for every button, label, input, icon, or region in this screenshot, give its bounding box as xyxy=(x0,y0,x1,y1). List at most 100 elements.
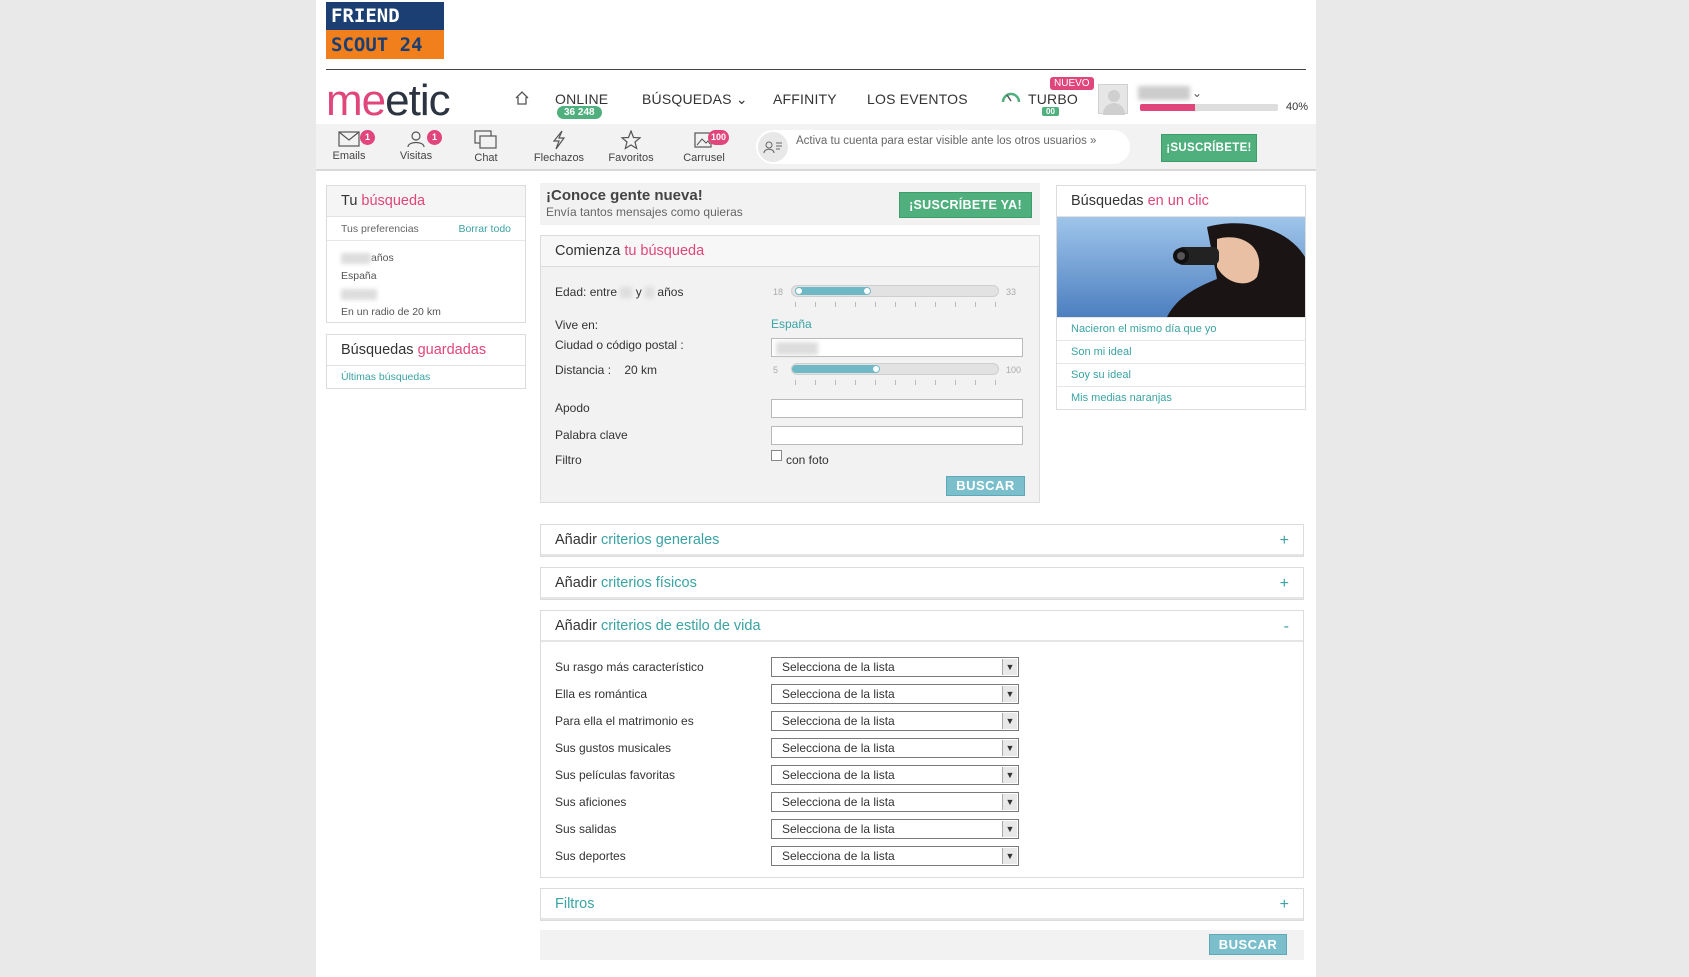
estilo-select[interactable]: Selecciona de la lista ▼ xyxy=(771,792,1019,812)
promo-banner: ¡Conoce gente nueva! Envía tantos mensaj… xyxy=(540,183,1040,225)
slider-tick xyxy=(855,302,856,307)
profile-progress-label: 40% xyxy=(1286,101,1309,113)
promo-subtitle: Envía tantos mensajes como quieras xyxy=(546,205,743,219)
estilo-row-label: Sus aficiones xyxy=(555,795,627,809)
distancia-label: Distancia : 20 km xyxy=(555,363,657,377)
username[interactable] xyxy=(1138,86,1190,100)
acc-estilo-head[interactable]: Añadir criterios de estilo de vida - xyxy=(541,611,1303,642)
distancia-slider-handle[interactable] xyxy=(872,365,880,373)
chevron-down-icon: ▼ xyxy=(1002,767,1017,783)
expand-icon[interactable]: + xyxy=(1280,575,1289,593)
acc-criterios-generales[interactable]: Añadir criterios generales + xyxy=(540,524,1304,557)
estilo-row: Sus salidas Selecciona de la lista ▼ xyxy=(555,819,1515,839)
chevron-down-icon: ▼ xyxy=(1002,794,1017,810)
prefs-list: años España En un radio de 20 km xyxy=(327,241,525,329)
estilo-select-value: Selecciona de la lista xyxy=(782,768,895,782)
toolbar-visitas[interactable]: Visitas 1 xyxy=(386,130,446,162)
pref-city xyxy=(341,285,511,303)
acc-fisicos-prefix: Añadir xyxy=(555,575,601,591)
edad-slider-max: 33 xyxy=(1006,287,1017,297)
toolbar-visitas-label: Visitas xyxy=(399,150,433,162)
un-clic-link[interactable]: Son mi ideal xyxy=(1057,340,1305,363)
activate-account-banner[interactable]: Activa tu cuenta para estar visible ante… xyxy=(756,130,1130,164)
toolbar-carrusel[interactable]: Carrusel 100 xyxy=(674,130,734,164)
estilo-select[interactable]: Selecciona de la lista ▼ xyxy=(771,711,1019,731)
nav-turbo[interactable]: TURBO xyxy=(1028,91,1078,107)
expand-icon[interactable]: + xyxy=(1280,896,1289,914)
home-icon[interactable] xyxy=(514,90,530,106)
profile-progress-bar xyxy=(1140,104,1278,111)
slider-tick xyxy=(955,302,956,307)
estilo-select-value: Selecciona de la lista xyxy=(782,714,895,728)
turbo-counter: 00 xyxy=(1042,107,1059,116)
subscribe-button[interactable]: ¡SUSCRÍBETE! xyxy=(1161,134,1257,162)
palabra-clave-input[interactable] xyxy=(771,426,1023,445)
estilo-row: Sus películas favoritas Selecciona de la … xyxy=(555,765,1515,785)
logo-part-rest: etic xyxy=(385,76,450,125)
estilo-row-label: Su rasgo más característico xyxy=(555,660,704,674)
toolbar-flechazos[interactable]: Flechazos xyxy=(529,130,589,164)
friendscout-logo-line2: SCOUT 24 xyxy=(326,30,444,59)
nav-busquedas[interactable]: BÚSQUEDAS ⌄ xyxy=(642,91,748,108)
nuevo-badge: NUEVO xyxy=(1050,77,1094,90)
slider-tick xyxy=(815,380,816,385)
estilo-select-value: Selecciona de la lista xyxy=(782,660,895,674)
estilo-row: Su rasgo más característico Selecciona de… xyxy=(555,657,1515,677)
slider-tick xyxy=(915,380,916,385)
collapse-icon[interactable]: - xyxy=(1284,618,1289,636)
estilo-row-label: Sus gustos musicales xyxy=(555,741,672,755)
distancia-slider[interactable] xyxy=(791,363,999,375)
slider-tick xyxy=(835,302,836,307)
edad-slider-min-handle[interactable] xyxy=(795,287,803,295)
nav-eventos[interactable]: LOS EVENTOS xyxy=(867,91,968,107)
prefs-row: Tus preferencias Borrar todo xyxy=(327,217,525,241)
estilo-select[interactable]: Selecciona de la lista ▼ xyxy=(771,765,1019,785)
un-clic-link[interactable]: Nacieron el mismo día que yo xyxy=(1057,317,1305,340)
con-foto-checkbox[interactable] xyxy=(771,450,782,461)
chevron-down-icon[interactable]: ⌄ xyxy=(1192,86,1202,100)
ultimas-busquedas-link[interactable]: Últimas búsquedas xyxy=(327,366,525,388)
chat-icon xyxy=(474,130,497,149)
expand-icon[interactable]: + xyxy=(1280,532,1289,550)
edad-slider-range xyxy=(795,287,869,295)
slider-tick xyxy=(875,380,876,385)
un-clic-link[interactable]: Soy su ideal xyxy=(1057,363,1305,386)
estilo-select[interactable]: Selecciona de la lista ▼ xyxy=(771,684,1019,704)
avatar[interactable] xyxy=(1098,84,1128,115)
nav-affinity[interactable]: AFFINITY xyxy=(773,91,837,107)
pref-radius: En un radio de 20 km xyxy=(341,306,441,318)
toolbar-favoritos[interactable]: Favoritos xyxy=(601,130,661,164)
subscribe-ya-button[interactable]: ¡SUSCRÍBETE YA! xyxy=(899,192,1032,218)
acc-filtros-head: Filtros + xyxy=(541,889,1303,920)
chevron-down-icon: ▼ xyxy=(1002,713,1017,729)
clear-all-link[interactable]: Borrar todo xyxy=(458,223,511,235)
apodo-input[interactable] xyxy=(771,399,1023,418)
nav-online[interactable]: ONLINE xyxy=(555,91,608,107)
estilo-select[interactable]: Selecciona de la lista ▼ xyxy=(771,846,1019,866)
guardadas-prefix: Búsquedas xyxy=(341,342,418,358)
toolbar-emails[interactable]: Emails 1 xyxy=(319,130,379,162)
friendscout-logo[interactable]: FRIEND SCOUT 24 xyxy=(326,2,444,59)
acc-criterios-fisicos[interactable]: Añadir criterios físicos + xyxy=(540,567,1304,600)
turbo-gauge-icon[interactable] xyxy=(1000,87,1022,107)
slider-tick xyxy=(835,380,836,385)
ciudad-input[interactable] xyxy=(771,338,1023,357)
vive-en-value[interactable]: España xyxy=(771,317,812,331)
toolbar-emails-label: Emails xyxy=(332,150,366,162)
estilo-select[interactable]: Selecciona de la lista ▼ xyxy=(771,738,1019,758)
un-clic-link[interactable]: Mis medias naranjas xyxy=(1057,386,1305,409)
tu-busqueda-highlight: búsqueda xyxy=(361,193,426,209)
meetic-logo[interactable]: meetic xyxy=(326,76,451,126)
estilo-select[interactable]: Selecciona de la lista ▼ xyxy=(771,657,1019,677)
buscar-button[interactable]: BUSCAR xyxy=(946,476,1025,496)
slider-tick xyxy=(975,380,976,385)
toolbar-chat[interactable]: Chat xyxy=(456,130,516,164)
slider-tick xyxy=(975,302,976,307)
estilo-select[interactable]: Selecciona de la lista ▼ xyxy=(771,819,1019,839)
acc-filtros[interactable]: Filtros + xyxy=(540,888,1304,921)
edad-slider[interactable] xyxy=(791,285,999,297)
buscar-bottom-button[interactable]: BUSCAR xyxy=(1209,934,1287,955)
chevron-down-icon: ▼ xyxy=(1002,740,1017,756)
edad-slider-max-handle[interactable] xyxy=(863,287,871,295)
tu-busqueda-title: Tu búsqueda xyxy=(327,186,525,217)
